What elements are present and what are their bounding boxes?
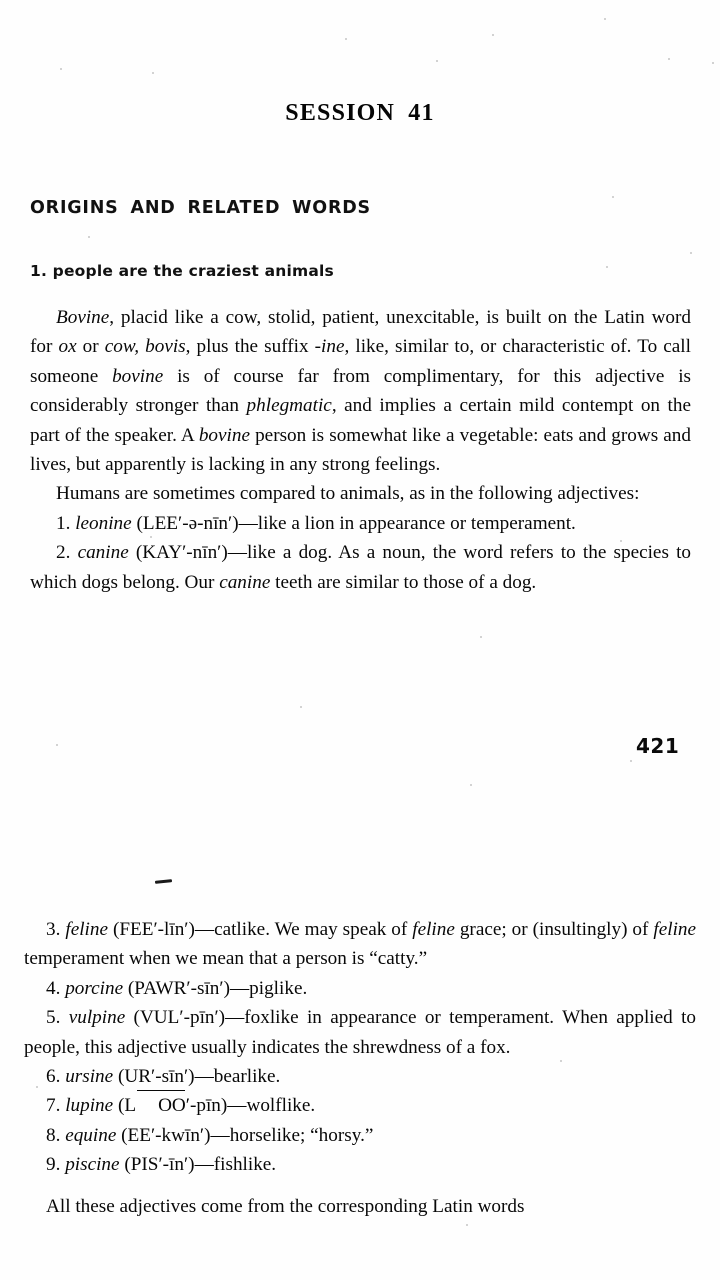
list-item-number: 3.: [46, 919, 66, 940]
term-equine: equine: [65, 1124, 117, 1146]
term-canine-2: canine: [219, 571, 271, 593]
subsection-heading: 1. people are the craziest animals: [30, 262, 334, 280]
term-bovine: Bovine: [56, 307, 110, 328]
term-ine-suffix: -ine: [314, 336, 345, 358]
list-item-lupine: 7. lupine (L OO′-pīn)—wolflike.: [24, 1089, 696, 1120]
list-item-definition: (UR′-sīn′)—bearlike.: [113, 1066, 281, 1088]
list-item-definition: (LEE′-ə-nīn′)—like a lion in appearance …: [131, 512, 576, 534]
list-item-number: 9.: [46, 1154, 66, 1176]
paragraph-bovine-text-3: , plus the suffix: [185, 336, 315, 358]
list-item-number: 7.: [46, 1095, 66, 1117]
term-leonine: leonine: [75, 512, 132, 534]
list-item-piscine: 9. piscine (PIS′-īn′)—fishlike.: [24, 1150, 696, 1179]
list-item-porcine: 4. porcine (PAWR′-sīn′)—piglike.: [24, 974, 696, 1003]
list-item-number: 8.: [46, 1124, 66, 1146]
paragraph-bovine-text-2: or: [76, 336, 105, 358]
term-lupine: lupine: [65, 1095, 114, 1117]
list-item-definition-c: temperament when we mean that a person i…: [24, 948, 428, 970]
list-item-ursine: 6. ursine (UR′-sīn′)—bearlike.: [24, 1062, 696, 1091]
list-item-definition: (EE′-kwīn′)—horselike; “horsy.”: [116, 1124, 374, 1146]
term-feline-2: feline: [412, 919, 455, 940]
closing-paragraph: All these adjectives come from the corre…: [46, 1195, 525, 1217]
list-item-equine: 8. equine (EE′-kwīn′)—horselike; “horsy.…: [24, 1121, 696, 1150]
document-page: SESSION 41 ORIGINS AND RELATED WORDS 1. …: [0, 0, 720, 1280]
term-ursine: ursine: [65, 1066, 114, 1088]
term-bovine-3: bovine: [198, 424, 250, 446]
term-ox: ox: [58, 336, 77, 358]
term-bovine-2: bovine: [112, 365, 164, 387]
term-piscine: piscine: [65, 1154, 120, 1176]
page-title: SESSION 41: [285, 100, 435, 126]
list-item-definition-b: grace; or (insultingly) of: [454, 919, 654, 940]
list-item-definition: (VUL′-pīn′)—foxlike in appearance or tem…: [24, 1007, 697, 1058]
list-item-number: 6.: [46, 1066, 66, 1088]
paragraph-humans: Humans are sometimes compared to animals…: [56, 483, 640, 505]
term-feline: feline: [65, 919, 108, 940]
body-text-block-one: Bovine, placid like a cow, stolid, patie…: [30, 303, 691, 597]
list-item-definition-a: (FEE′-līn′)—catlike. We may speak of: [107, 919, 413, 940]
list-item-definition: (PIS′-īn′)—fishlike.: [119, 1154, 277, 1176]
list-item-feline: 3. feline (FEE′-līn′)—catlike. We may sp…: [24, 915, 696, 974]
list-item-number: 2.: [56, 542, 78, 564]
term-phlegmatic: phlegmatic: [246, 395, 332, 417]
term-vulpine: vulpine: [68, 1007, 126, 1029]
list-item-number: 1.: [56, 512, 76, 534]
double-o-macron: OO: [136, 1089, 186, 1120]
term-canine: canine: [77, 542, 129, 564]
list-item-definition-b: ′-pīn)—wolflike.: [185, 1095, 316, 1117]
list-item-definition-b: teeth are similar to those of a dog.: [270, 571, 537, 593]
body-text-block-two: 3. feline (FEE′-līn′)—catlike. We may sp…: [24, 915, 696, 1221]
term-cow-bovis: cow, bovis: [104, 336, 186, 358]
section-heading: ORIGINS AND RELATED WORDS: [30, 198, 371, 218]
page-number: 421: [636, 734, 680, 758]
term-porcine: porcine: [65, 977, 124, 999]
list-item-definition: (PAWR′-sīn′)—piglike.: [123, 977, 308, 999]
term-feline-3: feline: [653, 919, 697, 940]
list-item-definition-a: (L: [113, 1095, 137, 1117]
list-item-number: 4.: [46, 977, 66, 999]
paragraph-bovine: Bovine, placid like a cow, stolid, patie…: [30, 303, 691, 479]
scan-artifact-dash: [154, 879, 173, 884]
list-item-vulpine: 5. vulpine (VUL′-pīn′)—foxlike in appear…: [24, 1003, 696, 1062]
list-item-number: 5.: [46, 1007, 69, 1029]
list-item-canine: 2. canine (KAY′-nīn′)—like a dog. As a n…: [30, 538, 691, 597]
list-item-leonine: 1. leonine (LEE′-ə-nīn′)—like a lion in …: [30, 509, 691, 538]
